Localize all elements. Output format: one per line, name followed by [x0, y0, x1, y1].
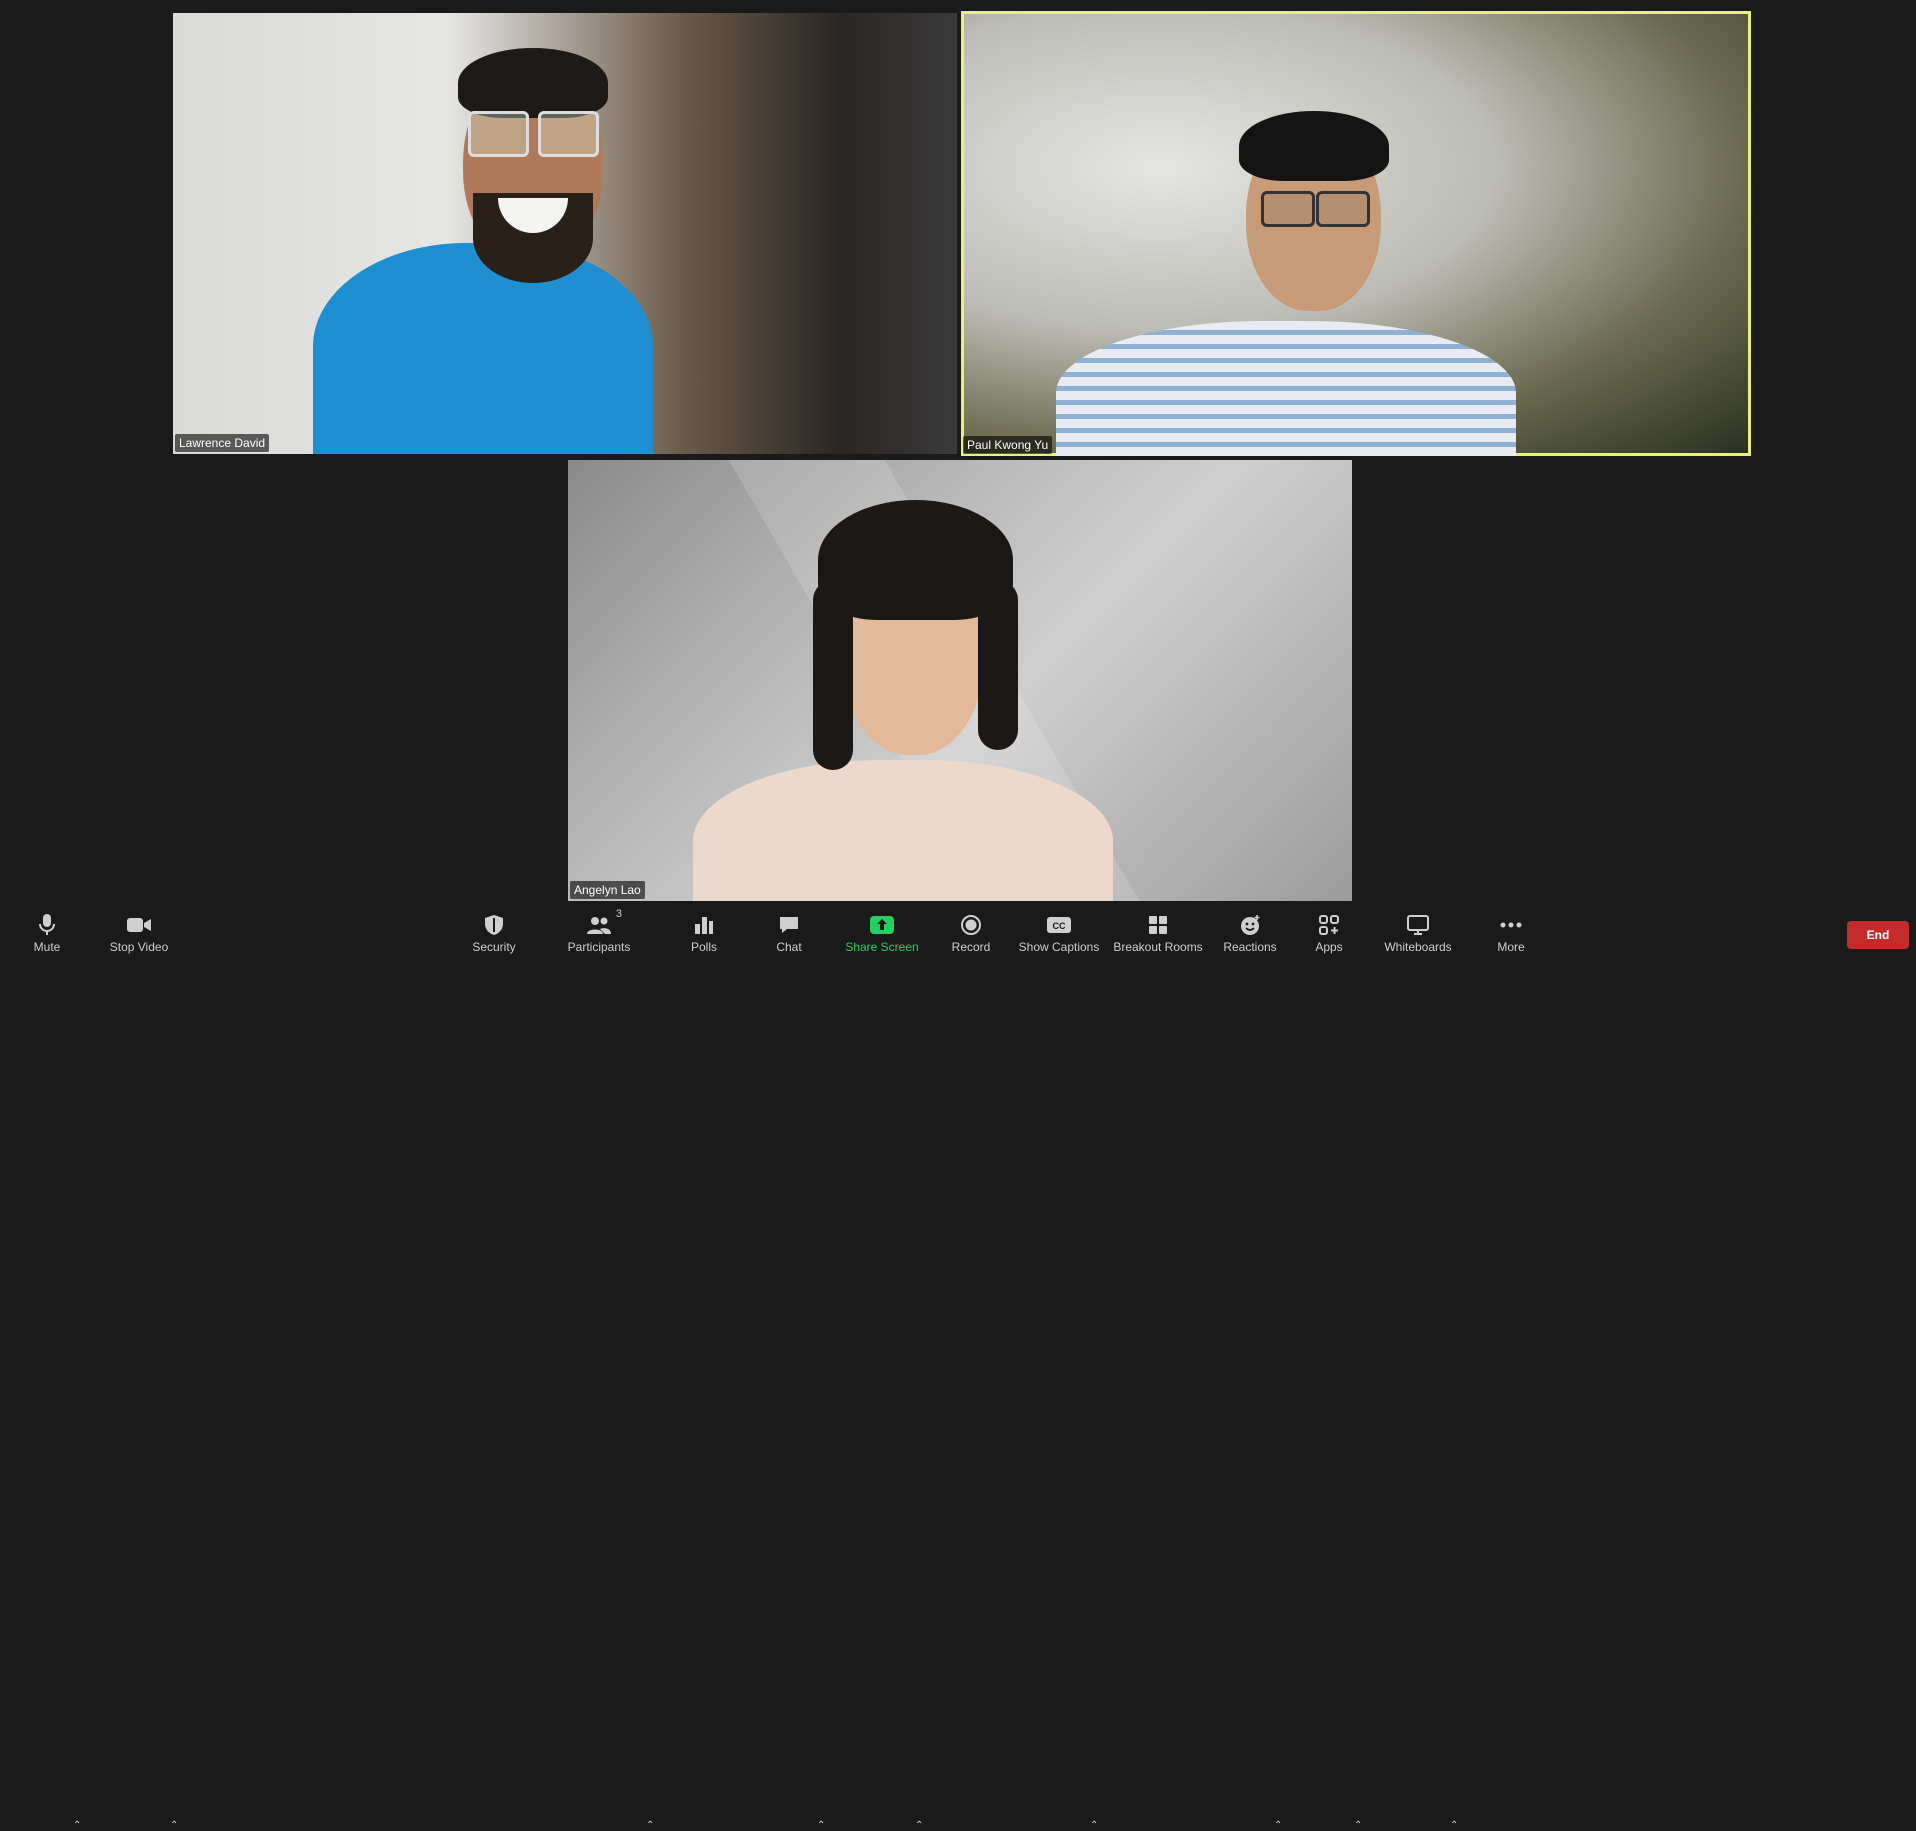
mute-options-caret[interactable]: ⌃ [73, 1820, 81, 1831]
apps-options-caret[interactable]: ⌃ [1354, 1820, 1362, 1831]
apps-icon [1316, 912, 1342, 938]
people-icon: 3 [586, 908, 622, 938]
microphone-icon [34, 912, 60, 938]
polls-button[interactable]: Polls [684, 906, 724, 956]
chat-label: Chat [776, 940, 802, 954]
breakout-rooms-label: Breakout Rooms [1113, 940, 1203, 954]
whiteboards-options-caret[interactable]: ⌃ [1450, 1820, 1458, 1831]
share-screen-button[interactable]: Share Screen [845, 906, 919, 956]
show-captions-label: Show Captions [1018, 940, 1100, 954]
reactions-options-caret[interactable]: ⌃ [1274, 1820, 1282, 1831]
share-screen-label: Share Screen [845, 940, 919, 954]
participant-video [568, 460, 1352, 901]
participants-options-caret[interactable]: ⌃ [646, 1820, 654, 1831]
participants-label: Participants [567, 940, 631, 954]
record-label: Record [951, 940, 991, 954]
video-camera-icon [126, 912, 152, 938]
reactions-button[interactable]: Reactions [1222, 906, 1278, 956]
participant-video [961, 11, 1751, 456]
more-label: More [1497, 940, 1525, 954]
stop-video-label: Stop Video [109, 940, 169, 954]
participant-video [173, 13, 957, 454]
end-meeting-button[interactable]: End [1847, 921, 1909, 949]
meeting-toolbar: Mute ⌃ Stop Video ⌃ Security 3 Participa… [0, 906, 1916, 1831]
participants-button[interactable]: 3 Participants [562, 906, 636, 956]
participants-count: 3 [615, 908, 622, 920]
shield-icon [481, 912, 507, 938]
video-tile-angelyn-lao[interactable]: Angelyn Lao [568, 460, 1352, 901]
video-tile-lawrence-david[interactable]: Lawrence David [173, 13, 957, 454]
cc-icon: CC [1046, 912, 1072, 938]
bar-chart-icon [691, 912, 717, 938]
mute-button[interactable]: Mute [24, 906, 70, 956]
share-arrow-icon [869, 912, 895, 938]
participant-name-label: Angelyn Lao [570, 881, 645, 899]
smiley-icon [1237, 912, 1263, 938]
record-icon [958, 912, 984, 938]
whiteboards-label: Whiteboards [1384, 940, 1452, 954]
whiteboard-icon [1405, 912, 1431, 938]
chat-options-caret[interactable]: ⌃ [817, 1820, 825, 1831]
speech-bubble-icon [776, 912, 802, 938]
participant-name-label: Lawrence David [175, 434, 270, 452]
grid-icon [1145, 912, 1171, 938]
captions-options-caret[interactable]: ⌃ [1090, 1820, 1098, 1831]
mute-label: Mute [33, 940, 61, 954]
security-button[interactable]: Security [466, 906, 522, 956]
more-button[interactable]: More [1494, 906, 1528, 956]
ellipsis-icon [1498, 912, 1524, 938]
video-options-caret[interactable]: ⌃ [170, 1820, 178, 1831]
chat-button[interactable]: Chat [770, 906, 808, 956]
polls-label: Polls [690, 940, 717, 954]
show-captions-button[interactable]: CC Show Captions [1018, 906, 1100, 956]
participant-name-label: Paul Kwong Yu [963, 436, 1053, 454]
reactions-label: Reactions [1223, 940, 1277, 954]
stop-video-button[interactable]: Stop Video [104, 906, 174, 956]
security-label: Security [472, 940, 516, 954]
video-tile-paul-kwong-yu[interactable]: Paul Kwong Yu [961, 11, 1751, 456]
whiteboards-button[interactable]: Whiteboards [1382, 906, 1454, 956]
share-options-caret[interactable]: ⌃ [915, 1820, 923, 1831]
record-button[interactable]: Record [948, 906, 994, 956]
breakout-rooms-button[interactable]: Breakout Rooms [1112, 906, 1204, 956]
apps-button[interactable]: Apps [1312, 906, 1346, 956]
svg-text:CC: CC [1053, 921, 1066, 931]
apps-label: Apps [1315, 940, 1343, 954]
